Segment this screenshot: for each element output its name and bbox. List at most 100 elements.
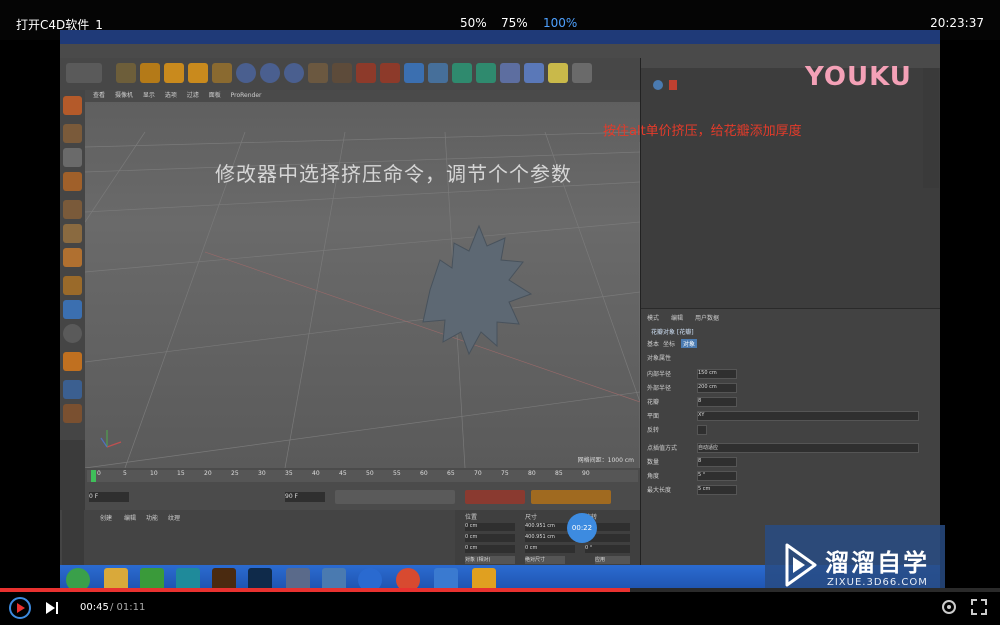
- extrude-object-icon: [669, 80, 677, 90]
- axis-gizmo-icon: [100, 430, 122, 448]
- count-field[interactable]: 8: [697, 457, 737, 467]
- c4d-left-toolbar: [60, 90, 85, 440]
- video-frame[interactable]: 查看 摄像机 显示 选项 过滤 面板 ProRender 修改器中选择挤压命令，…: [60, 30, 940, 595]
- material-tab-function[interactable]: 功能: [146, 513, 158, 522]
- timeline-tick: 90: [582, 470, 590, 477]
- tweak-mode-icon: [63, 300, 82, 319]
- annotation-note: 按住alt单价挤压，给花瓣添加厚度: [603, 124, 802, 139]
- y-axis-icon: [260, 63, 280, 83]
- flower-object-icon: [653, 80, 663, 90]
- play-button-icon[interactable]: [8, 596, 32, 620]
- attr-subtab-basic[interactable]: 基本: [647, 339, 659, 348]
- timeline-tick: 5: [123, 470, 127, 477]
- timeline-end-field[interactable]: 90 F: [285, 492, 325, 502]
- current-time: 00:45: [80, 602, 109, 613]
- attr-label: 点插值方式: [647, 445, 678, 452]
- c4d-toolbar: [60, 58, 640, 90]
- attr-subtab-coord[interactable]: 坐标: [663, 339, 675, 348]
- attr-row-count: 数量 8: [647, 457, 737, 467]
- viewport-menu-item[interactable]: 选项: [165, 92, 177, 99]
- attr-label: 内部半径: [647, 371, 672, 378]
- attr-row-angle: 角度 5 °: [647, 471, 737, 481]
- coord-header-size: 尺寸: [525, 514, 538, 521]
- light-icon: [572, 63, 592, 83]
- viewport-menu-item[interactable]: 摄像机: [115, 92, 133, 99]
- position-z-field[interactable]: 0 cm: [465, 545, 515, 553]
- edges-mode-icon: [63, 224, 82, 243]
- attr-row-max-length: 最大长度 5 cm: [647, 485, 737, 495]
- attr-tab-edit[interactable]: 编辑: [671, 313, 683, 322]
- attr-row-outer-radius: 外部半径 200 cm: [647, 383, 737, 393]
- rotation-b-field[interactable]: 0 °: [585, 545, 630, 553]
- tutorial-subtitle: 修改器中选择挤压命令，调节个个参数: [215, 162, 572, 186]
- position-y-field[interactable]: 0 cm: [465, 534, 515, 542]
- speed-option-100[interactable]: 100%: [543, 16, 577, 30]
- workplane-icon: [63, 172, 82, 191]
- viewport-menu-item[interactable]: 过滤: [187, 92, 199, 99]
- size-y-field[interactable]: 400.951 cm: [525, 534, 575, 542]
- coordinates-manager: 位置 尺寸 旋转 0 cm 0 cm 0 cm 400.951 cm 400.9…: [455, 510, 640, 565]
- move-tool-icon: [140, 63, 160, 83]
- outer-radius-field[interactable]: 200 cm: [697, 383, 737, 393]
- playback-controls[interactable]: [335, 490, 455, 504]
- max-length-field[interactable]: 5 cm: [697, 485, 737, 495]
- plane-dropdown[interactable]: XY: [697, 411, 919, 421]
- c4d-title-bar: [60, 30, 940, 44]
- inner-radius-field[interactable]: 150 cm: [697, 369, 737, 379]
- attr-subtab-object[interactable]: 对象: [681, 339, 698, 348]
- settings-icon[interactable]: [940, 598, 958, 616]
- attr-row-petals: 花瓣 8: [647, 397, 737, 407]
- 3d-viewport[interactable]: 查看 摄像机 显示 选项 过滤 面板 ProRender 修改器中选择挤压命令，…: [85, 90, 640, 468]
- object-manager-side-tabs[interactable]: [923, 68, 939, 188]
- polygons-mode-icon: [63, 248, 82, 267]
- watermark-url: ZIXUE.3D66.COM: [827, 577, 928, 588]
- deformer-icon: [500, 63, 520, 83]
- c4d-menu-bar: [60, 44, 940, 58]
- watermark-title: 溜溜自学: [825, 549, 929, 577]
- viewport-menu-item[interactable]: 显示: [143, 92, 155, 99]
- petals-field[interactable]: 8: [697, 397, 737, 407]
- camera-icon: [548, 63, 568, 83]
- keyframe-mode-icons[interactable]: [531, 490, 611, 504]
- viewport-menu-item[interactable]: ProRender: [231, 92, 262, 99]
- attr-tab-userdata[interactable]: 用户数据: [695, 313, 719, 322]
- maxon-logo: [62, 510, 84, 565]
- coord-size-mode-dropdown[interactable]: 绝对尺寸: [525, 556, 565, 564]
- timeline[interactable]: 0 5 10 15 20 25 30 35 40 45 50 55 60 65 …: [85, 468, 640, 510]
- object-manager[interactable]: [641, 58, 940, 308]
- fullscreen-icon[interactable]: [970, 598, 988, 616]
- viewport-menu-item[interactable]: 面板: [209, 92, 221, 99]
- material-tab-edit[interactable]: 编辑: [124, 513, 136, 522]
- timeline-tick: 80: [528, 470, 536, 477]
- interpolation-dropdown[interactable]: 自动适应: [697, 443, 919, 453]
- speed-option-50[interactable]: 50%: [460, 16, 487, 30]
- timeline-start-field[interactable]: 0 F: [89, 492, 129, 502]
- viewport-menu-item[interactable]: 查看: [93, 92, 105, 99]
- viewport-grid-info: 网格间距：1000 cm: [577, 457, 634, 464]
- sculpt-icon: [63, 352, 82, 371]
- size-z-field[interactable]: 0 cm: [525, 545, 575, 553]
- attr-label: 花瓣: [647, 399, 660, 406]
- angle-field[interactable]: 5 °: [697, 471, 737, 481]
- subdivision-icon: [452, 63, 472, 83]
- coord-mode-dropdown[interactable]: 对象 (相对): [465, 556, 515, 564]
- material-tab-texture[interactable]: 纹理: [168, 513, 180, 522]
- position-x-field[interactable]: 0 cm: [465, 523, 515, 531]
- snap-icon: [63, 324, 82, 343]
- youku-logo: YOUKU: [805, 62, 912, 92]
- timeline-tick: 10: [150, 470, 158, 477]
- attr-label: 外部半径: [647, 385, 672, 392]
- attr-tab-mode[interactable]: 模式: [647, 313, 659, 322]
- points-mode-icon: [63, 200, 82, 219]
- record-key-icons[interactable]: [465, 490, 525, 504]
- next-button-icon[interactable]: [44, 600, 60, 616]
- material-tab-create[interactable]: 创建: [100, 513, 112, 522]
- render-icon: [356, 63, 376, 83]
- apply-button[interactable]: 应用: [595, 556, 630, 564]
- timeline-tick: 20: [204, 470, 212, 477]
- reverse-checkbox[interactable]: [697, 425, 707, 435]
- speed-option-75[interactable]: 75%: [501, 16, 528, 30]
- timeline-tick: 30: [258, 470, 266, 477]
- attr-section-title: 对象属性: [647, 355, 672, 362]
- solo-icon: [63, 404, 82, 423]
